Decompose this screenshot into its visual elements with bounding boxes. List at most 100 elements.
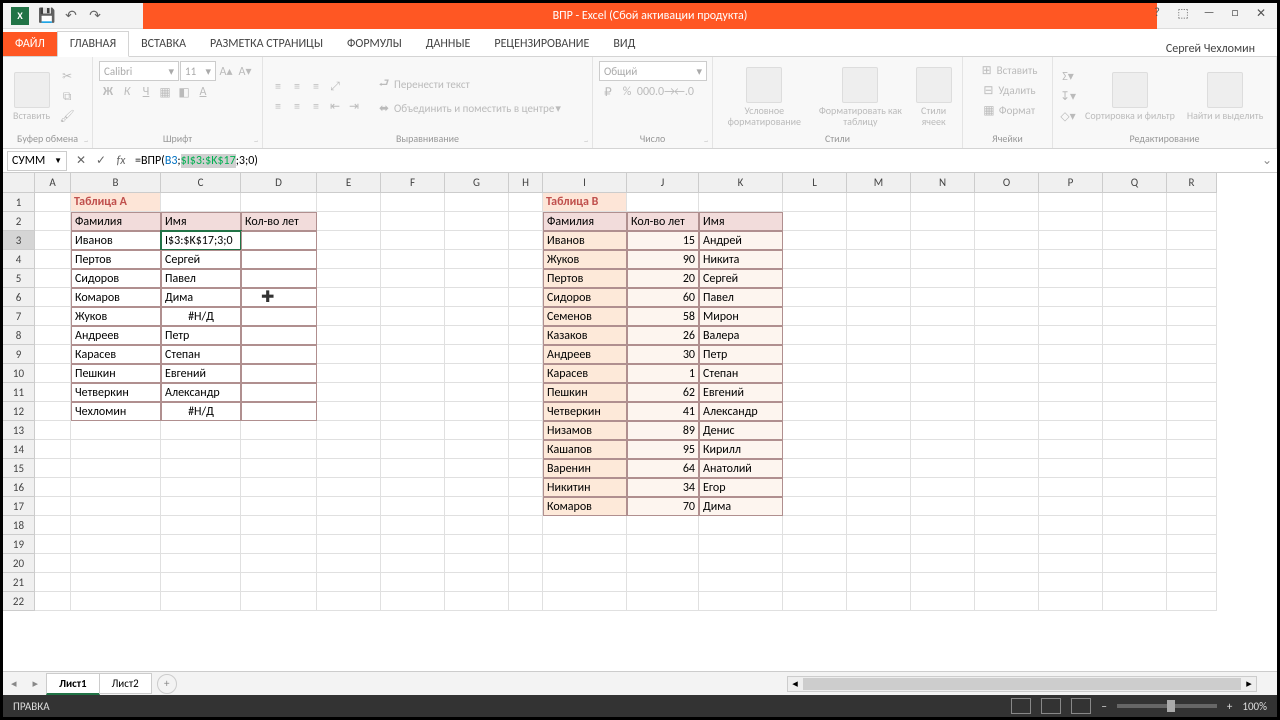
cell-E5[interactable] xyxy=(317,269,381,288)
cell-R22[interactable] xyxy=(1167,592,1217,611)
cell-B16[interactable] xyxy=(71,478,161,497)
cell-J21[interactable] xyxy=(627,573,699,592)
cell-M14[interactable] xyxy=(847,440,911,459)
cell-O17[interactable] xyxy=(975,497,1039,516)
row-header-15[interactable]: 15 xyxy=(3,459,35,478)
cell-F3[interactable] xyxy=(381,231,445,250)
cell-R13[interactable] xyxy=(1167,421,1217,440)
cell-O20[interactable] xyxy=(975,554,1039,573)
cell-D10[interactable] xyxy=(241,364,317,383)
cell-C15[interactable] xyxy=(161,459,241,478)
cell-K8[interactable]: Валера xyxy=(699,326,783,345)
cell-E1[interactable] xyxy=(317,193,381,212)
cell-N13[interactable] xyxy=(911,421,975,440)
cell-P3[interactable] xyxy=(1039,231,1103,250)
row-header-7[interactable]: 7 xyxy=(3,307,35,326)
cell-Q3[interactable] xyxy=(1103,231,1167,250)
cell-K6[interactable]: Павел xyxy=(699,288,783,307)
cell-J15[interactable]: 64 xyxy=(627,459,699,478)
cell-G13[interactable] xyxy=(445,421,509,440)
expand-formula-bar-button[interactable]: ⌄ xyxy=(1257,153,1277,168)
cell-Q6[interactable] xyxy=(1103,288,1167,307)
cell-A6[interactable] xyxy=(35,288,71,307)
cell-A5[interactable] xyxy=(35,269,71,288)
cell-R17[interactable] xyxy=(1167,497,1217,516)
cell-F5[interactable] xyxy=(381,269,445,288)
cell-D15[interactable] xyxy=(241,459,317,478)
cell-K10[interactable]: Степан xyxy=(699,364,783,383)
cell-M10[interactable] xyxy=(847,364,911,383)
cell-L1[interactable] xyxy=(783,193,847,212)
cell-C16[interactable] xyxy=(161,478,241,497)
format-as-table-button[interactable]: Форматировать как таблицу xyxy=(814,67,908,127)
cell-R19[interactable] xyxy=(1167,535,1217,554)
cell-N9[interactable] xyxy=(911,345,975,364)
cell-H10[interactable] xyxy=(509,364,543,383)
cell-C21[interactable] xyxy=(161,573,241,592)
cell-I14[interactable]: Кашапов xyxy=(543,440,627,459)
cell-Q16[interactable] xyxy=(1103,478,1167,497)
cell-F4[interactable] xyxy=(381,250,445,269)
cell-B10[interactable]: Пешкин xyxy=(71,364,161,383)
cell-D17[interactable] xyxy=(241,497,317,516)
cell-L19[interactable] xyxy=(783,535,847,554)
cell-H20[interactable] xyxy=(509,554,543,573)
sheet-tab-2[interactable]: Лист2 xyxy=(99,673,152,694)
sheet-nav-prev[interactable]: ◂ xyxy=(3,677,25,690)
cell-O15[interactable] xyxy=(975,459,1039,478)
cell-L9[interactable] xyxy=(783,345,847,364)
cell-B18[interactable] xyxy=(71,516,161,535)
cells-grid[interactable]: Таблица АТаблица ВФамилияИмяКол-во летФа… xyxy=(35,193,1217,611)
cell-M18[interactable] xyxy=(847,516,911,535)
close-button[interactable]: ✕ xyxy=(1249,3,1273,23)
cell-K5[interactable]: Сергей xyxy=(699,269,783,288)
user-name[interactable]: Сергей Чехломин xyxy=(1166,42,1255,56)
cell-L8[interactable] xyxy=(783,326,847,345)
cell-N2[interactable] xyxy=(911,212,975,231)
cell-M11[interactable] xyxy=(847,383,911,402)
row-header-17[interactable]: 17 xyxy=(3,497,35,516)
fill-color-button[interactable]: ◧ xyxy=(175,83,193,101)
sort-filter-button[interactable]: Сортировка и фильтр xyxy=(1081,72,1179,121)
cell-O3[interactable] xyxy=(975,231,1039,250)
cell-O8[interactable] xyxy=(975,326,1039,345)
cell-E15[interactable] xyxy=(317,459,381,478)
cell-J22[interactable] xyxy=(627,592,699,611)
tab-formulas[interactable]: ФОРМУЛЫ xyxy=(335,32,414,56)
decrease-indent-button[interactable]: ⇤ xyxy=(326,98,344,116)
cell-M13[interactable] xyxy=(847,421,911,440)
cell-N6[interactable] xyxy=(911,288,975,307)
cell-Q13[interactable] xyxy=(1103,421,1167,440)
row-header-2[interactable]: 2 xyxy=(3,212,35,231)
cell-G19[interactable] xyxy=(445,535,509,554)
cell-I1[interactable]: Таблица В xyxy=(543,193,627,212)
cell-F13[interactable] xyxy=(381,421,445,440)
cell-A21[interactable] xyxy=(35,573,71,592)
cell-C10[interactable]: Евгений xyxy=(161,364,241,383)
cell-P22[interactable] xyxy=(1039,592,1103,611)
cell-O1[interactable] xyxy=(975,193,1039,212)
copy-button[interactable]: ⧉ xyxy=(58,88,76,106)
cell-B13[interactable] xyxy=(71,421,161,440)
cell-D22[interactable] xyxy=(241,592,317,611)
cell-M7[interactable] xyxy=(847,307,911,326)
cell-C11[interactable]: Александр xyxy=(161,383,241,402)
cell-O21[interactable] xyxy=(975,573,1039,592)
cell-G9[interactable] xyxy=(445,345,509,364)
delete-cells-button[interactable]: ⊟Удалить xyxy=(979,81,1035,99)
cell-A12[interactable] xyxy=(35,402,71,421)
cell-H7[interactable] xyxy=(509,307,543,326)
row-header-11[interactable]: 11 xyxy=(3,383,35,402)
cell-H17[interactable] xyxy=(509,497,543,516)
cell-R1[interactable] xyxy=(1167,193,1217,212)
cell-A4[interactable] xyxy=(35,250,71,269)
cell-Q2[interactable] xyxy=(1103,212,1167,231)
align-center-button[interactable]: ≡ xyxy=(288,98,306,116)
cell-D11[interactable] xyxy=(241,383,317,402)
cell-E8[interactable] xyxy=(317,326,381,345)
cell-K9[interactable]: Петр xyxy=(699,345,783,364)
cell-D16[interactable] xyxy=(241,478,317,497)
cell-A18[interactable] xyxy=(35,516,71,535)
cell-H11[interactable] xyxy=(509,383,543,402)
view-page-break-button[interactable] xyxy=(1071,698,1091,714)
